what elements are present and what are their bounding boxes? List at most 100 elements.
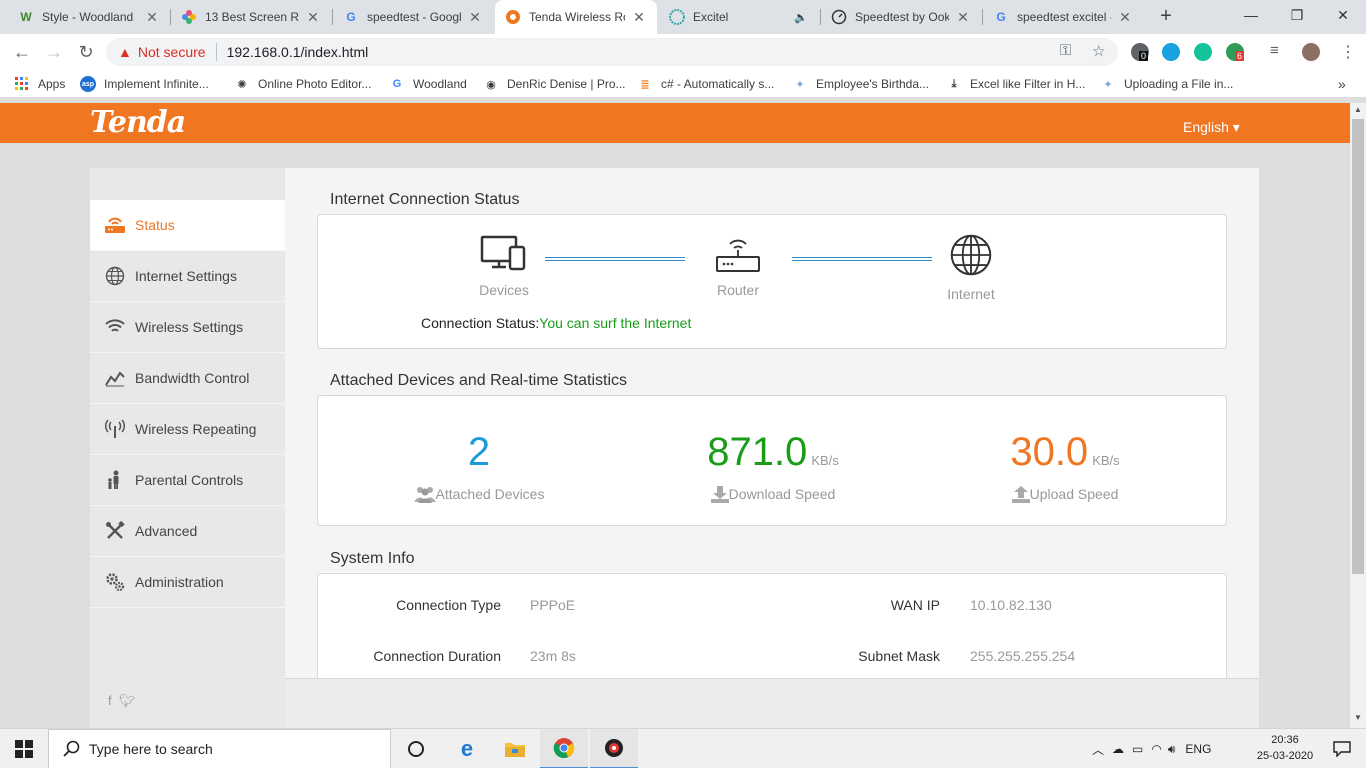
info-key: Connection Type	[396, 597, 501, 613]
tab-title: Excitel	[693, 10, 729, 24]
attached-devices-stat[interactable]: 2 Attached Devices	[354, 429, 604, 503]
forward-button[interactable]: →	[42, 40, 66, 64]
tab-close-icon[interactable]: ✕	[1117, 9, 1133, 26]
sidebar-item-wireless-settings[interactable]: Wireless Settings	[90, 302, 285, 353]
action-center-button[interactable]	[1318, 729, 1366, 768]
not-secure-label[interactable]: Not secure	[138, 44, 206, 60]
connection-status-line: Connection Status:You can surf the Inter…	[421, 315, 691, 331]
sidebar-item-administration[interactable]: Administration	[90, 557, 285, 608]
sidebar-item-label: Status	[135, 217, 175, 233]
bookmark-item[interactable]: ✺ Online Photo Editor...	[234, 76, 371, 92]
bookmarks-overflow-icon[interactable]: »	[1338, 76, 1346, 92]
sidebar-item-parental-controls[interactable]: Parental Controls	[90, 455, 285, 506]
bookmark-item[interactable]: G Woodland	[389, 76, 467, 92]
clock-time: 20:36	[1271, 734, 1299, 746]
menu-dots-icon[interactable]: ⋮	[1340, 42, 1356, 62]
volume-icon[interactable]: 🔊︎	[1168, 742, 1176, 757]
sidebar-item-label: Administration	[135, 574, 224, 590]
bookmark-apps[interactable]: Apps	[14, 76, 65, 92]
address-bar[interactable]: ▲ Not secure 192.168.0.1/index.html	[106, 38, 1118, 66]
tab-speedtest-ookla[interactable]: Speedtest by Ookl ✕	[821, 0, 981, 34]
sidebar-item-bandwidth-control[interactable]: Bandwidth Control	[90, 353, 285, 404]
info-value: 23m 8s	[530, 648, 576, 664]
tab-screen-recorder[interactable]: 13 Best Screen Rec ✕	[171, 0, 331, 34]
taskbar-file-explorer[interactable]	[491, 729, 539, 768]
close-window-button[interactable]: ✕	[1320, 0, 1366, 32]
upload-speed-stat: 30.0 KB/s Upload Speed	[940, 429, 1190, 503]
extension-chat-icon[interactable]	[1162, 43, 1180, 61]
input-language[interactable]: ENG	[1185, 742, 1211, 756]
tab-close-icon[interactable]: ✕	[631, 9, 647, 26]
tab-speedtest-excitel[interactable]: G speedtest excitel - ✕	[983, 0, 1143, 34]
bookmark-item[interactable]: ✦ Employee's Birthda...	[792, 76, 929, 92]
tab-tenda[interactable]: Tenda Wireless Ro ✕	[495, 0, 657, 34]
tab-woodland[interactable]: W Style - Woodland ✕	[8, 0, 170, 34]
cortana-button[interactable]	[392, 729, 440, 768]
asp-favicon-icon: asp	[80, 76, 96, 92]
scroll-down-arrow-icon[interactable]: ▼	[1350, 713, 1366, 722]
bookmark-item[interactable]: ⤓ Excel like Filter in H...	[946, 76, 1086, 92]
show-hidden-icons-icon[interactable]: ︿	[1092, 741, 1104, 758]
wifi-signal-icon[interactable]: ◠	[1151, 742, 1161, 756]
url-text[interactable]: 192.168.0.1/index.html	[227, 44, 369, 60]
page-scrollbar[interactable]: ▲ ▼	[1350, 103, 1366, 728]
tab-title: Style - Woodland	[42, 10, 134, 24]
attached-devices-count: 2	[467, 430, 491, 474]
bookmark-item[interactable]: asp Implement Infinite...	[80, 76, 209, 92]
start-button[interactable]	[0, 729, 48, 768]
google-favicon-icon: G	[996, 10, 1006, 24]
tab-excitel[interactable]: Excitel 🔈	[659, 0, 819, 34]
download-speed-caption: Download Speed	[648, 485, 898, 503]
scrollbar-thumb[interactable]	[1352, 119, 1364, 574]
sidebar-item-wireless-repeating[interactable]: Wireless Repeating	[90, 404, 285, 455]
language-select[interactable]: English ▾	[1183, 119, 1240, 136]
main-content: Internet Connection Status Devices Route…	[285, 168, 1259, 703]
bookmark-item[interactable]: ✦ Uploading a File in...	[1100, 76, 1233, 92]
extension-badge: 0	[1139, 51, 1149, 61]
router-icon	[716, 239, 760, 272]
restore-button[interactable]: ❐	[1274, 0, 1320, 32]
new-tab-button[interactable]: +	[1154, 5, 1178, 29]
grammarly-icon[interactable]	[1194, 43, 1212, 61]
system-clock[interactable]: 20:36 25-03-2020	[1252, 732, 1318, 764]
key-icon[interactable]: ⚿	[1060, 42, 1071, 59]
tab-close-icon[interactable]: ✕	[467, 9, 483, 26]
flower-favicon-icon	[181, 9, 197, 25]
battery-icon[interactable]: ▭	[1132, 742, 1143, 756]
tab-close-icon[interactable]: ✕	[144, 9, 160, 26]
taskbar-search-box[interactable]: Type here to search	[48, 729, 391, 768]
onedrive-cloud-icon[interactable]: ☁	[1112, 742, 1124, 756]
media-controls-icon[interactable]: ≡	[1270, 42, 1279, 59]
extension-shield-icon[interactable]: 0	[1131, 43, 1149, 61]
profile-avatar[interactable]	[1302, 43, 1320, 61]
taskbar-edge[interactable]: e	[443, 729, 491, 768]
reload-button[interactable]: ↻	[74, 40, 98, 64]
back-button[interactable]: ←	[10, 40, 34, 64]
bookmark-star-icon[interactable]: ☆	[1092, 42, 1105, 60]
globe-icon	[104, 266, 126, 286]
connection-status-label: Connection Status:	[421, 315, 540, 331]
minimize-button[interactable]: —	[1228, 0, 1274, 32]
extension-a-icon[interactable]: 6	[1226, 43, 1245, 61]
browser-toolbar: ← → ↻ ▲ Not secure 192.168.0.1/index.htm…	[0, 34, 1366, 70]
tab-close-icon[interactable]: ✕	[955, 9, 971, 26]
bookmark-item[interactable]: ◉ DenRic Denise | Pro...	[483, 76, 625, 92]
bookmark-item[interactable]: ≣ c# - Automatically s...	[637, 76, 774, 92]
sidebar-item-advanced[interactable]: Advanced	[90, 506, 285, 557]
info-key: Connection Duration	[373, 648, 501, 664]
tab-close-icon[interactable]: ✕	[305, 9, 321, 26]
twitter-icon[interactable]: 🐦︎	[119, 693, 136, 708]
facebook-icon[interactable]: f	[108, 693, 112, 708]
sidebar-item-internet-settings[interactable]: Internet Settings	[90, 251, 285, 302]
upload-speed-unit: KB/s	[1092, 453, 1120, 468]
taskbar-chrome[interactable]	[540, 729, 588, 768]
speaker-icon[interactable]: 🔈	[793, 11, 809, 24]
sidebar-item-label: Wireless Settings	[135, 319, 244, 335]
gauge-favicon-icon	[831, 9, 847, 25]
tab-speedtest-google[interactable]: G speedtest - Google ✕	[333, 0, 493, 34]
taskbar-snipping-app[interactable]	[590, 729, 638, 768]
attached-devices-label: Attached Devices	[435, 486, 545, 502]
sidebar-item-status[interactable]: Status	[90, 200, 285, 251]
info-key: Subnet Mask	[858, 648, 940, 664]
scroll-up-arrow-icon[interactable]: ▲	[1350, 105, 1366, 114]
